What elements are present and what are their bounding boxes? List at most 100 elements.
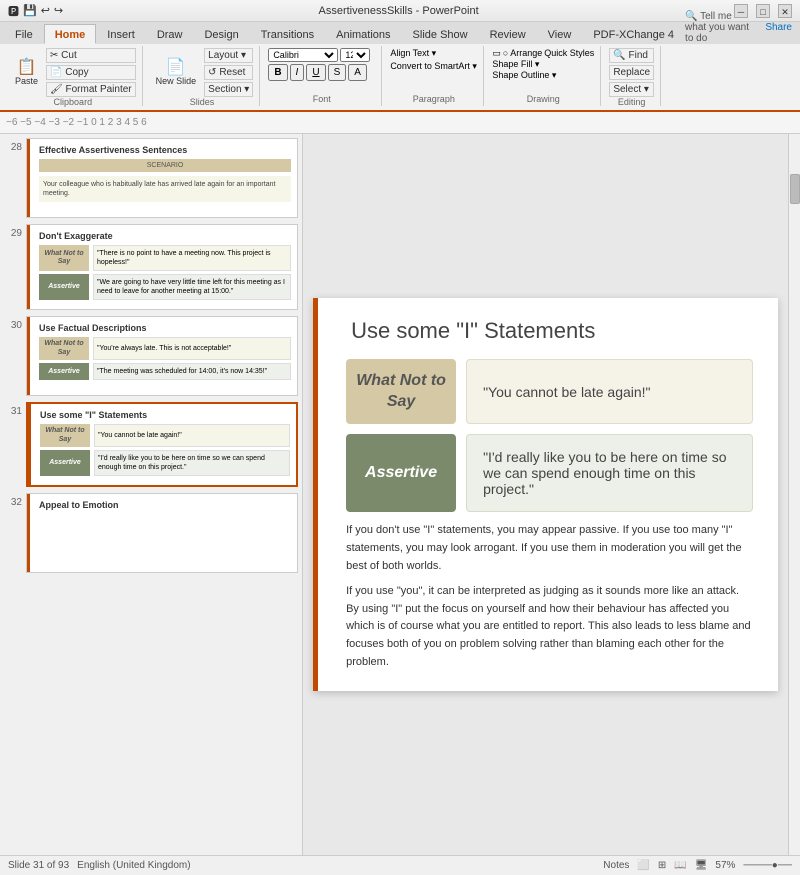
slide-28-scenario-label: SCENARIO [39, 159, 291, 172]
tab-pdfxchange[interactable]: PDF-XChange 4 [582, 24, 685, 44]
reset-button[interactable]: ↺ Reset [204, 65, 253, 80]
font-label: Font [268, 94, 375, 104]
quick-access-undo[interactable]: ↩ [41, 4, 50, 17]
view-reading-icon[interactable]: 📖 [674, 860, 686, 871]
title-bar: 🅿 💾 ↩ ↪ AssertivenessSkills - PowerPoint… [0, 0, 800, 22]
section-button[interactable]: Section ▾ [204, 82, 253, 97]
tab-home[interactable]: Home [44, 24, 97, 44]
italic-button[interactable]: I [290, 64, 305, 81]
view-normal-icon[interactable]: ⬜ [637, 860, 649, 871]
slide-30-wns-text: "You're always late. This is not accepta… [93, 337, 291, 360]
underline-button[interactable]: U [306, 64, 325, 81]
main-slide-title: Use some "I" Statements [351, 318, 753, 344]
replace-button[interactable]: Replace [609, 65, 654, 80]
quick-styles-button[interactable]: Quick Styles [544, 48, 594, 59]
paste-button[interactable]: 📋 Paste [10, 57, 43, 89]
main-wns-label: What Not to Say [346, 359, 456, 425]
slide-thumb-30[interactable]: Use Factual Descriptions What Not to Say… [26, 316, 298, 396]
ribbon-group-clipboard: 📋 Paste ✂ Cut 📄 Copy 🖌 Format Painter Cl… [4, 46, 143, 106]
slide-29-left-bar [27, 225, 30, 309]
tab-file[interactable]: File [4, 24, 44, 44]
tab-transitions[interactable]: Transitions [250, 24, 325, 44]
zoom-slider[interactable]: ────●── [743, 860, 792, 871]
slide-28-content: Effective Assertiveness Sentences SCENAR… [39, 145, 291, 202]
tab-draw[interactable]: Draw [146, 24, 194, 44]
slide-29-wns-card: What Not to Say "There is no point to ha… [39, 245, 291, 271]
format-painter-button[interactable]: 🖌 Format Painter [46, 82, 136, 97]
new-slide-icon: 📄 [166, 60, 186, 76]
quick-access-save[interactable]: 💾 [23, 4, 37, 17]
main-assertive-card: Assertive "I'd really like you to be her… [346, 434, 753, 512]
arrange-button[interactable]: Arrange [510, 48, 542, 59]
align-text-button[interactable]: Align Text ▾ [390, 48, 477, 59]
slides-buttons: 📄 New Slide Layout ▾ ↺ Reset Section ▾ [151, 48, 254, 97]
slide-thumb-28[interactable]: Effective Assertiveness Sentences SCENAR… [26, 138, 298, 218]
new-slide-button[interactable]: 📄 New Slide [151, 57, 202, 89]
find-button[interactable]: 🔍 Find [609, 48, 654, 63]
slide-thumb-32[interactable]: Appeal to Emotion [26, 493, 298, 573]
shape-circle-icon[interactable]: ○ [503, 48, 508, 59]
slide-31-title: Use some "I" Statements [40, 410, 290, 420]
main-wns-content: "You cannot be late again!" [466, 359, 753, 425]
shape-fill-button[interactable]: Shape Fill ▾ [492, 59, 539, 70]
slide-thumb-31[interactable]: Use some "I" Statements What Not to Say … [26, 402, 298, 487]
tab-insert[interactable]: Insert [96, 24, 146, 44]
main-assertive-content: "I'd really like you to be here on time … [466, 434, 753, 512]
slide-29-wns-label: What Not to Say [39, 245, 89, 271]
quick-access-redo[interactable]: ↪ [54, 4, 63, 17]
slide-number-31: 31 [4, 406, 22, 417]
drawing-label: Drawing [492, 94, 594, 104]
cut-button[interactable]: ✂ Cut [46, 48, 136, 63]
tell-me-input[interactable]: 🔍 Tell me what you want to do [685, 11, 753, 44]
slide-30-wns-label: What Not to Say [39, 337, 89, 360]
ribbon-group-font: Calibri 12 B I U S A Font [262, 46, 382, 106]
editing-label: Editing [609, 97, 654, 107]
select-button[interactable]: Select ▾ [609, 82, 654, 97]
tab-slideshow[interactable]: Slide Show [402, 24, 479, 44]
main-wns-card: What Not to Say "You cannot be late agai… [346, 359, 753, 425]
main-slide[interactable]: Use some "I" Statements What Not to Say … [313, 298, 778, 691]
shape-square-icon[interactable]: ▭ [492, 48, 501, 59]
slide-31-assertive-label: Assertive [40, 450, 90, 476]
bold-button[interactable]: B [268, 64, 287, 81]
strikethrough-button[interactable]: S [328, 64, 347, 81]
view-presenter-icon[interactable]: 🖥 [695, 860, 708, 871]
slide-30-left-bar [27, 317, 30, 395]
tab-view[interactable]: View [537, 24, 583, 44]
scroll-thumb[interactable] [790, 174, 800, 204]
main-slide-left-bar [313, 298, 318, 691]
status-bar-left: Slide 31 of 93 English (United Kingdom) [8, 860, 191, 871]
share-button[interactable]: Share [765, 22, 792, 33]
app-icon: 🅿 [8, 3, 19, 19]
zoom-level: 57% [715, 860, 735, 871]
font-family-select[interactable]: Calibri [268, 48, 338, 62]
slide-item-28[interactable]: 28 Effective Assertiveness Sentences SCE… [4, 138, 298, 218]
slide-item-32[interactable]: 32 Appeal to Emotion [4, 493, 298, 573]
tab-animations[interactable]: Animations [325, 24, 401, 44]
ruler-marker: −6 −5 −4 −3 −2 −1 0 1 2 3 4 5 6 [6, 117, 147, 128]
tab-design[interactable]: Design [193, 24, 249, 44]
slide-28-title: Effective Assertiveness Sentences [39, 145, 291, 155]
shape-outline-button[interactable]: Shape Outline ▾ [492, 70, 556, 81]
slide-31-content: Use some "I" Statements What Not to Say … [40, 410, 290, 476]
convert-smartart-button[interactable]: Convert to SmartArt ▾ [390, 61, 477, 72]
slide-thumb-29[interactable]: Don't Exaggerate What Not to Say "There … [26, 224, 298, 310]
slide-29-content: Don't Exaggerate What Not to Say "There … [39, 231, 291, 300]
slide-panel[interactable]: 28 Effective Assertiveness Sentences SCE… [0, 134, 303, 855]
slide-item-30[interactable]: 30 Use Factual Descriptions What Not to … [4, 316, 298, 396]
tab-review[interactable]: Review [479, 24, 537, 44]
slide-31-assertive-text: "I'd really like you to be here on time … [94, 450, 290, 476]
slide-29-assertive-text: "We are going to have very little time l… [93, 274, 291, 300]
slide-30-assertive-label: Assertive [39, 363, 89, 380]
slide-item-31[interactable]: 31 Use some "I" Statements What Not to S… [4, 402, 298, 487]
status-bar: Slide 31 of 93 English (United Kingdom) … [0, 855, 800, 875]
copy-button[interactable]: 📄 Copy [46, 65, 136, 80]
notes-button[interactable]: Notes [603, 860, 629, 871]
text-shadow-button[interactable]: A [348, 64, 367, 81]
vertical-scrollbar[interactable] [788, 134, 800, 855]
slide-viewport[interactable]: Use some "I" Statements What Not to Say … [303, 134, 788, 855]
layout-button[interactable]: Layout ▾ [204, 48, 253, 63]
slide-item-29[interactable]: 29 Don't Exaggerate What Not to Say "The… [4, 224, 298, 310]
view-slide-sorter-icon[interactable]: ⊞ [658, 860, 666, 871]
font-size-select[interactable]: 12 [340, 48, 370, 62]
